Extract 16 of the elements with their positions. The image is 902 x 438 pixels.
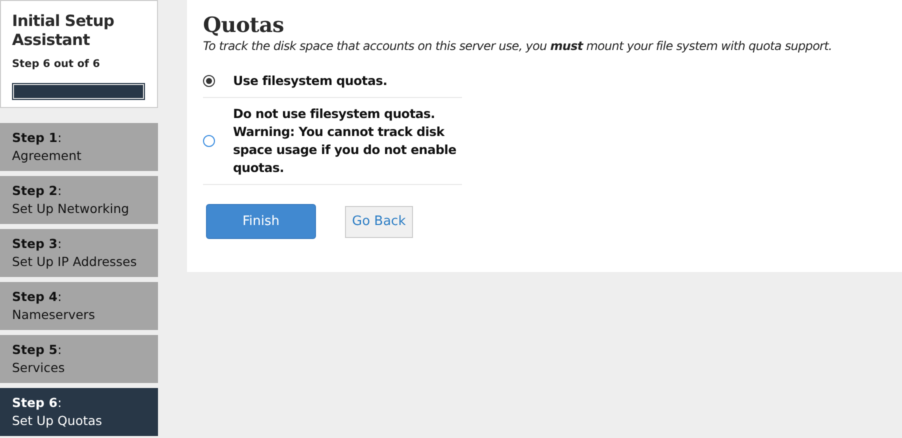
- description-text: To track the disk space that accounts on this server use, you must mount your file system with quota support.: [203, 39, 833, 53]
- radio-button[interactable]: [203, 75, 215, 87]
- step-item[interactable]: Step 1: Agreement: [0, 123, 158, 171]
- step-item[interactable]: Step 6: Set Up Quotas: [0, 388, 158, 436]
- option-label: Do not use filesystem quotas. Warning: You cannot track disk space usage if you do not enable quotas.: [233, 105, 458, 177]
- finish-button[interactable]: Finish: [206, 204, 316, 239]
- step-item[interactable]: Step 5: Services: [0, 335, 158, 383]
- step-item[interactable]: Step 4: Nameservers: [0, 282, 158, 330]
- step-item[interactable]: Step 3: Set Up IP Addresses: [0, 229, 158, 277]
- assistant-title: Initial Setup Assistant: [12, 12, 116, 50]
- page-title: Quotas: [203, 12, 285, 37]
- step-item[interactable]: Step 2: Set Up Networking: [0, 176, 158, 224]
- option-label: Use filesystem quotas.: [233, 72, 388, 90]
- go-back-button[interactable]: Go Back: [345, 206, 413, 238]
- radio-button[interactable]: [203, 135, 215, 147]
- step-counter: Step 6 out of 6: [12, 58, 101, 70]
